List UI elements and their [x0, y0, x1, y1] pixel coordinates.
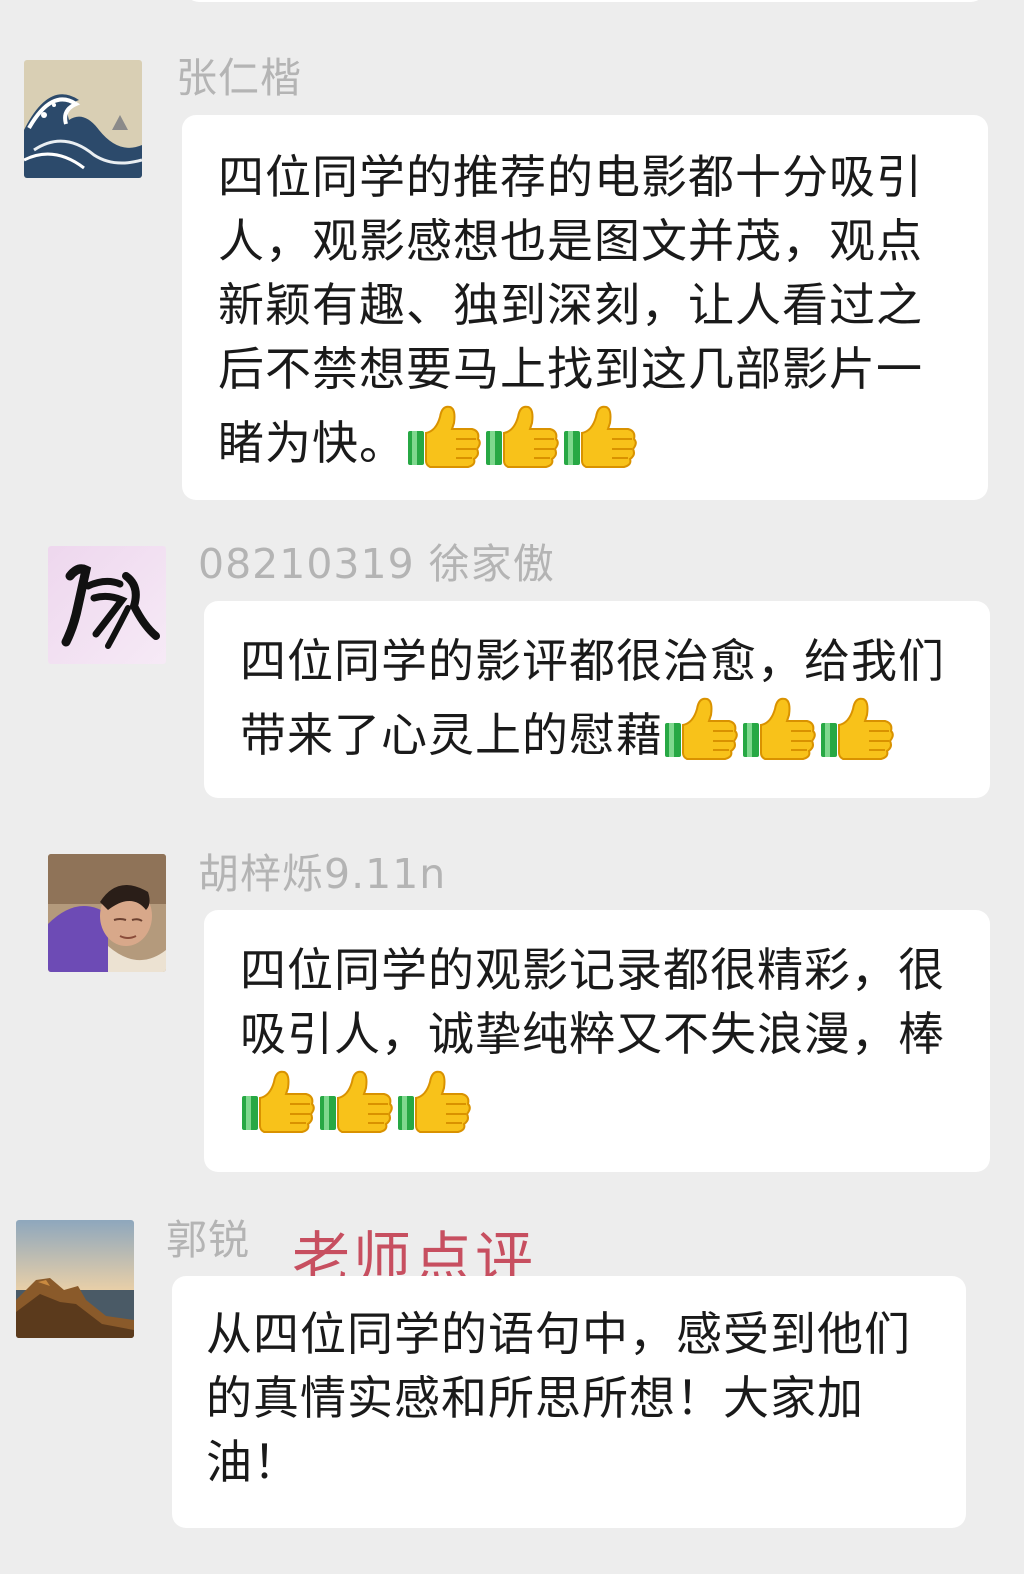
- thumbs-up-icon: [240, 1066, 316, 1134]
- avatar[interactable]: [24, 60, 142, 178]
- sender-name: 张仁楷: [176, 54, 302, 102]
- thumbs-up-icon: [819, 693, 895, 761]
- seaside-cliff-avatar-image: [16, 1220, 134, 1338]
- message-bubble[interactable]: 四位同学的观影记录都很精彩，很吸引人，诚挚纯粹又不失浪漫，棒: [204, 910, 990, 1172]
- avatar[interactable]: [16, 1220, 134, 1338]
- thumbs-up-icon: [663, 693, 739, 761]
- thumbs-up-icon: [396, 1066, 472, 1134]
- previous-message-bubble: [185, 0, 985, 2]
- message-text: 四位同学的观影记录都很精彩，很吸引人，诚挚纯粹又不失浪漫，棒: [240, 943, 945, 1061]
- great-wave-avatar-image: [24, 60, 142, 178]
- emoji-row: [406, 405, 640, 468]
- avatar[interactable]: [48, 546, 166, 664]
- thumbs-up-icon: [406, 401, 482, 469]
- message-text: 从四位同学的语句中，感受到他们的真情实感和所思所想！大家加油！: [206, 1307, 911, 1489]
- message-bubble[interactable]: 从四位同学的语句中，感受到他们的真情实感和所思所想！大家加油！: [172, 1276, 966, 1528]
- thumbs-up-icon: [484, 401, 560, 469]
- message-bubble[interactable]: 四位同学的推荐的电影都十分吸引人，观影感想也是图文并茂，观点新颖有趣、独到深刻，…: [182, 115, 988, 500]
- avatar[interactable]: [48, 854, 166, 972]
- message-bubble[interactable]: 四位同学的影评都很治愈，给我们带来了心灵上的慰藉: [204, 601, 990, 798]
- portrait-avatar-image: [48, 854, 166, 972]
- sender-name: 郭锐: [166, 1216, 250, 1264]
- sender-name: 胡梓烁9.11n: [198, 850, 447, 898]
- thumbs-up-icon: [318, 1066, 394, 1134]
- thumbs-up-icon: [562, 401, 638, 469]
- emoji-row: [240, 1070, 474, 1133]
- thumbs-up-icon: [741, 693, 817, 761]
- calligraphy-avatar-image: [48, 546, 166, 664]
- sender-name: 08210319 徐家傲: [198, 540, 555, 588]
- emoji-row: [663, 697, 897, 760]
